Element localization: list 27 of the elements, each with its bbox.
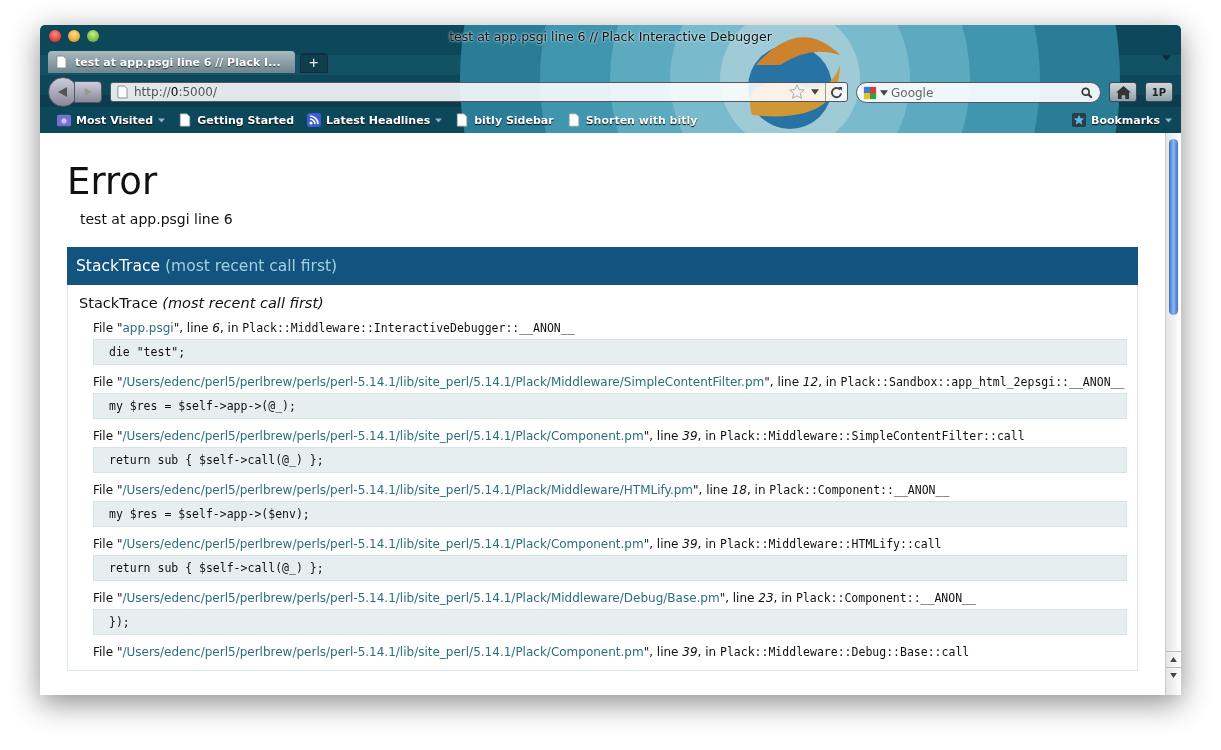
error-message: test at app.psgi line 6 [80, 211, 234, 227]
frame-location: File "/Users/edenc/perl5/perlbrew/perls/perl-5.14.1/lib/site_perl/5.14.1/Plack/Component.pm", line 39, in Plack::Middleware::Debug::Base::call [93, 645, 971, 660]
password-manager-button[interactable]: 1P [1145, 82, 1173, 102]
file-link[interactable]: /Users/edenc/perl5/perlbrew/perls/perl-5.14.1/lib/site_perl/5.14.1/Plack/Middleware/Debug/Base.pm [122, 591, 720, 605]
panel-title: StackTrace (most recent call first) [79, 295, 325, 311]
frame-location: File "/Users/edenc/perl5/perlbrew/perls/perl-5.14.1/lib/site_perl/5.14.1/Plack/Middleware/Debug/Base.pm", line 23, in Plack::Component::__ANON__ [93, 591, 977, 606]
page-heading: Error [67, 159, 159, 205]
bookmark-item[interactable]: Getting Started [173, 113, 300, 127]
file-link[interactable]: /Users/edenc/perl5/perlbrew/perls/perl-5.14.1/lib/site_perl/5.14.1/Plack/Middleware/SimpleContentFilter.pm [122, 375, 765, 389]
file-link[interactable]: /Users/edenc/perl5/perlbrew/perls/perl-5.14.1/lib/site_perl/5.14.1/Plack/Component.pm [122, 429, 644, 443]
search-field[interactable]: Google [856, 82, 1101, 103]
address-bar[interactable]: http://0:5000/ [110, 82, 848, 102]
frame-location: File "/Users/edenc/perl5/perlbrew/perls/perl-5.14.1/lib/site_perl/5.14.1/Plack/Middleware/HTMLify.pm", line 18, in Plack::Component::__ANON__ [93, 483, 951, 498]
frame-location: File "/Users/edenc/perl5/perlbrew/perls/perl-5.14.1/lib/site_perl/5.14.1/Plack/Component.pm", line 39, in Plack::Middleware::HTMLify::call [93, 537, 943, 552]
bookmarks-menu[interactable]: Bookmarks [1067, 113, 1177, 127]
bookmark-item[interactable]: Latest Headlines [302, 113, 448, 127]
frame-location: File "/Users/edenc/perl5/perlbrew/perls/perl-5.14.1/lib/site_perl/5.14.1/Plack/Middleware/SimpleContentFilter.pm", line 12, in Plack::Sandbox::app_html_2epsgi::__ANON__ [93, 375, 1126, 390]
frame-location: File "/Users/edenc/perl5/perlbrew/perls/perl-5.14.1/lib/site_perl/5.14.1/Plack/Component.pm", line 39, in Plack::Middleware::SimpleContentFilter::call [93, 429, 1026, 444]
file-link[interactable]: app.psgi [122, 321, 174, 335]
file-link[interactable]: /Users/edenc/perl5/perlbrew/perls/perl-5.14.1/lib/site_perl/5.14.1/Plack/Component.pm [122, 537, 644, 551]
frame-location: File "app.psgi", line 6, in Plack::Middleware::InteractiveDebugger::__ANON__ [93, 321, 576, 336]
bookmark-item[interactable]: Most Visited [52, 113, 171, 127]
new-tab-button[interactable]: + [299, 53, 328, 73]
section-header[interactable]: StackTrace (most recent call first) [67, 247, 1138, 285]
file-link[interactable]: /Users/edenc/perl5/perlbrew/perls/perl-5.14.1/lib/site_perl/5.14.1/Plack/Component.pm [122, 645, 644, 659]
file-link[interactable]: /Users/edenc/perl5/perlbrew/perls/perl-5.14.1/lib/site_perl/5.14.1/Plack/Middleware/HTMLify.pm [122, 483, 694, 497]
bookmark-item[interactable]: bitly Sidebar [450, 113, 559, 127]
